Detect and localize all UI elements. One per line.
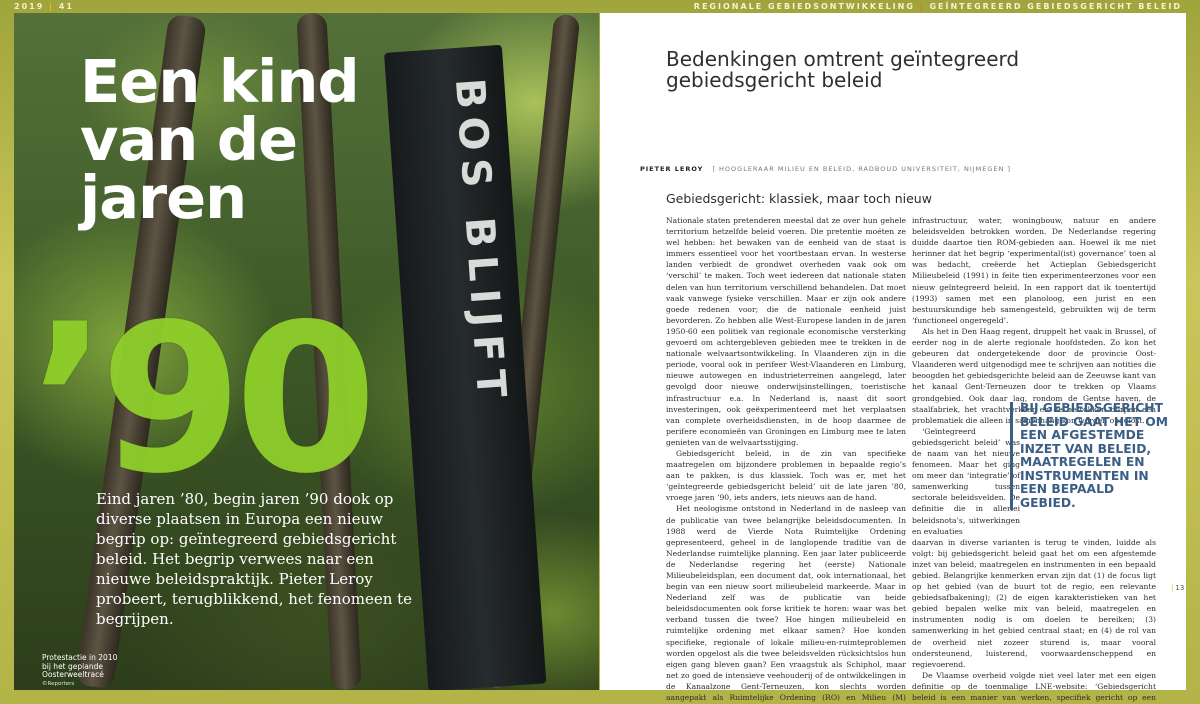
author-name: PIETER LEROY xyxy=(640,165,704,173)
text-column-1: Nationale staten pretenderen meestal dat… xyxy=(666,215,906,704)
author-affiliation: [ HOOGLERAAR MILIEU EN BELEID, RADBOUD U… xyxy=(712,165,1011,173)
headline: Een kind van de jaren xyxy=(80,47,360,232)
paragraph: Het neologisme ontstond in Nederland in … xyxy=(666,504,906,703)
right-page-article: Bedenkingen omtrent geïntegreerd gebieds… xyxy=(600,13,1186,702)
running-title: REGIONALE GEBIEDSONTWIKKELING | GEÏNTEGR… xyxy=(694,2,1182,11)
paragraph: infrastructuur, water, woningbouw, natuu… xyxy=(912,216,1156,325)
pull-quote: Bij gebiedsgericht beleid gaat het om ee… xyxy=(1010,401,1168,510)
paragraph: Nationale staten pretenderen meestal dat… xyxy=(666,216,906,447)
folio-divider: | xyxy=(49,2,59,11)
paragraph: De Vlaamse overheid volgde niet veel lat… xyxy=(912,670,1156,703)
big-number: ’90 xyxy=(30,281,377,519)
page-number-value: 13 xyxy=(1175,584,1185,592)
section-topic: GEÏNTEGREERD GEBIEDSGERICHT BELEID xyxy=(929,2,1182,11)
photo-credit: ©Reporters xyxy=(42,680,75,687)
photo-caption: Protestactie in 2010 bij het geplande Oo… xyxy=(42,653,122,688)
lede-text: Eind jaren ’80, begin jaren ’90 dook op … xyxy=(96,490,413,628)
running-separator: | xyxy=(919,2,930,11)
magazine-spread: 2019 | 41 REGIONALE GEBIEDSONTWIKKELING … xyxy=(0,0,1200,704)
paragraph: Gebiedsgericht beleid, in de zin van spe… xyxy=(666,448,906,503)
article-title: Bedenkingen omtrent geïntegreerd gebieds… xyxy=(666,47,1020,92)
running-header: 2019 | 41 REGIONALE GEBIEDSONTWIKKELING … xyxy=(0,0,1200,13)
left-page-photo: BOS BLIJFT Een kind van de jaren ’90 Ein… xyxy=(14,13,599,690)
issue-number: 41 xyxy=(58,2,74,11)
paragraph: ‘Geïntegreerd gebiedsgericht beleid’ was… xyxy=(912,426,1020,536)
folio-left: 2019 | 41 xyxy=(14,2,74,11)
section-heading: Gebiedsgericht: klassiek, maar toch nieu… xyxy=(666,191,932,206)
page-number-divider: | xyxy=(1171,584,1174,592)
folio-year: 2019 xyxy=(14,2,45,11)
byline: PIETER LEROY [ HOOGLERAAR MILIEU EN BELE… xyxy=(640,165,1160,173)
paragraph: daarvan in diverse varianten is terug te… xyxy=(912,537,1156,669)
section-label: REGIONALE GEBIEDSONTWIKKELING xyxy=(693,2,915,11)
page-number: | 13 xyxy=(1171,584,1184,592)
caption-text: Protestactie in 2010 bij het geplande Oo… xyxy=(42,653,118,679)
